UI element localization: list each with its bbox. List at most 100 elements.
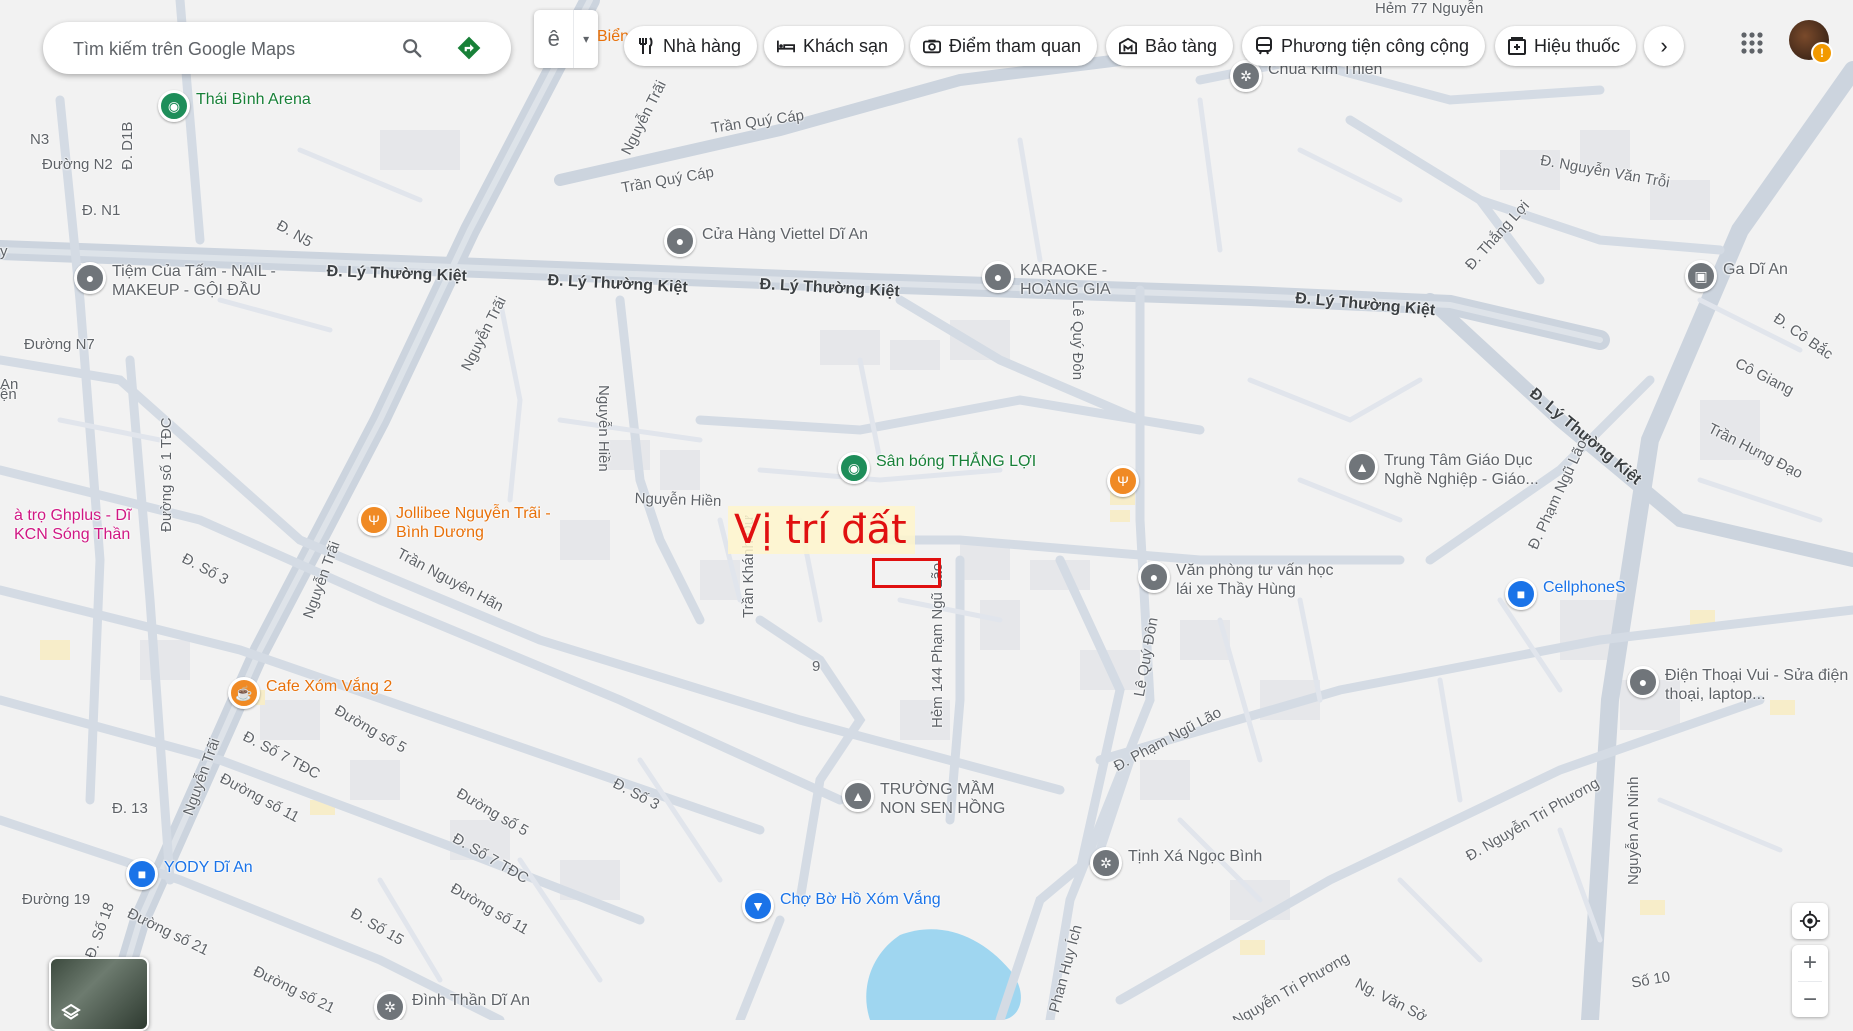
place-pin-icon: ● — [664, 225, 696, 257]
mode-glyph[interactable]: ê — [534, 10, 575, 68]
camera-icon — [923, 37, 941, 55]
poi-name: Sân bóng THẮNG LỢI — [876, 453, 1037, 470]
poi-name: à trọ Ghplus - Dĩ KCN Sóng Thần — [14, 507, 132, 543]
map-canvas[interactable]: Trần Quý Cáp Trần Quý Cáp Nguyễn Trãi Nguyễ… — [0, 0, 1853, 1020]
road-label: Lê Quý Đôn — [1069, 300, 1086, 381]
restaurant-icon — [637, 37, 655, 55]
poi-marker[interactable]: ▲ Trung Tâm Giáo Dục Nghề Nghiệp - Giáo..… — [1346, 451, 1564, 489]
chip-label: Bảo tàng — [1145, 35, 1218, 56]
poi-marker[interactable]: ■ YODY Dĩ An — [126, 858, 253, 890]
poi-marker[interactable]: ■ CellphoneS — [1505, 578, 1626, 610]
poi-name: KARAOKE - HOÀNG GIA — [1020, 262, 1111, 298]
chip-pharmacy[interactable]: Hiệu thuốc — [1495, 26, 1637, 66]
marker-label: Vị trí đất — [728, 506, 915, 554]
chip-transit[interactable]: Phương tiện công cộng — [1242, 26, 1485, 66]
poi-name: Trung Tâm Giáo Dục Nghề Nghiệp - Giáo... — [1384, 452, 1539, 488]
road-label: Nguyễn Hiền — [595, 385, 612, 472]
chip-label: Nhà hàng — [663, 35, 742, 56]
poi-marker[interactable]: ● Điện Thoại Vui - Sửa điện thoại, laptop… — [1627, 666, 1853, 704]
museum-icon — [1119, 37, 1137, 55]
search-input[interactable] — [71, 35, 405, 63]
place-pin-icon: ● — [74, 262, 106, 294]
restaurant-pin-icon: Ψ — [358, 504, 390, 536]
poi-marker[interactable]: à trọ Ghplus - Dĩ KCN Sóng Thần — [14, 506, 164, 544]
chip-label: Điểm tham quan — [949, 35, 1082, 56]
poi-name: Điện Thoại Vui - Sửa điện thoại, laptop.… — [1665, 667, 1849, 703]
poi-name: Chợ Bờ Hồ Xóm Vắng — [780, 891, 941, 908]
road-label: Nguyễn Hiền — [634, 490, 722, 511]
poi-name: Văn phòng tư vấn học lái xe Thầy Hùng — [1176, 562, 1334, 598]
poi-marker[interactable]: ▣ Ga Dĩ An — [1685, 260, 1788, 292]
zoom-in-button[interactable]: + — [1792, 945, 1828, 981]
chips-next-button[interactable]: › — [1644, 26, 1684, 66]
poi-marker[interactable]: ☕ Cafe Xóm Vắng 2 — [228, 677, 392, 709]
poi-name: Tiệm Của Tấm - NAIL - MAKEUP - GỘI ĐẦU — [112, 263, 276, 299]
map-roads — [0, 0, 1853, 1020]
place-pin-icon: ● — [982, 261, 1014, 293]
poi-name: Thái Bình Arena — [196, 91, 311, 108]
poi-marker[interactable]: ✲ Đình Thần Dĩ An — [374, 991, 530, 1020]
poi-name: Cửa Hàng Viettel Dĩ An — [702, 226, 869, 243]
place-pin-icon: ● — [1627, 666, 1659, 698]
road-label: Hẻm 77 Nguyễn — [1375, 0, 1484, 17]
hotel-icon — [777, 37, 795, 55]
pharmacy-icon — [1508, 37, 1526, 55]
temple-pin-icon: ✲ — [1090, 847, 1122, 879]
poi-name: Đình Thần Dĩ An — [412, 992, 530, 1009]
poi-marker[interactable]: Ψ Jollibee Nguyễn Trãi - Bình Dương — [358, 504, 566, 542]
place-pin-icon: ● — [1138, 561, 1170, 593]
chip-label: Hiệu thuốc — [1534, 35, 1621, 56]
stadium-pin-icon: ◉ — [158, 90, 190, 122]
road-label: Đường N7 — [24, 336, 95, 353]
temple-pin-icon: ✲ — [374, 991, 406, 1020]
directions-icon[interactable] — [453, 32, 485, 64]
poi-marker[interactable]: ● Tiệm Của Tấm - NAIL - MAKEUP - GỘI ĐẦU — [74, 262, 302, 300]
chip-attractions[interactable]: Điểm tham quan — [910, 26, 1098, 66]
poi-name: Jollibee Nguyễn Trãi - Bình Dương — [396, 505, 551, 541]
chip-label: Phương tiện công cộng — [1281, 35, 1469, 56]
poi-marker[interactable]: ✲ Tịnh Xá Ngọc Bình — [1090, 847, 1262, 879]
chip-museums[interactable]: Bảo tàng — [1106, 26, 1234, 66]
avatar[interactable]: ! — [1789, 20, 1833, 64]
poi-marker[interactable]: ▼ Chợ Bờ Hồ Xóm Vắng — [742, 890, 941, 922]
road-label: 9 — [812, 658, 821, 675]
poi-marker[interactable]: ● Văn phòng tư vấn học lái xe Thầy Hùng — [1138, 561, 1346, 599]
zoom-out-button[interactable]: − — [1792, 982, 1828, 1017]
school-pin-icon: ▲ — [1346, 451, 1378, 483]
poi-name: Cafe Xóm Vắng 2 — [266, 678, 393, 695]
crosshair-icon — [1799, 910, 1821, 932]
road-label: Đ. 13 — [112, 800, 148, 817]
school-pin-icon: ▲ — [842, 780, 874, 812]
poi-marker[interactable]: ● Cửa Hàng Viettel Dĩ An — [664, 225, 868, 257]
restaurant-pin-icon: Ψ — [1107, 465, 1139, 497]
road-label: y — [0, 243, 8, 260]
poi-marker[interactable]: ● KARAOKE - HOÀNG GIA — [982, 261, 1140, 299]
road-label: Đường N2 — [42, 156, 113, 173]
road-label: Đường 19 — [22, 891, 91, 908]
road-label: Đ. D1B — [119, 121, 136, 170]
search-icon[interactable] — [396, 32, 428, 64]
poi-marker[interactable]: ◉ Thái Bình Arena — [158, 90, 311, 122]
poi-marker[interactable]: ▲ TRƯỜNG MẦM NON SEN HỒNG — [842, 780, 1010, 818]
train-pin-icon: ▣ — [1685, 260, 1717, 292]
search-box[interactable] — [43, 22, 511, 74]
poi-marker[interactable]: ◉ Sân bóng THẮNG LỢI — [838, 452, 1036, 484]
tool-menu[interactable]: ê ▾ — [534, 10, 598, 68]
cafe-pin-icon: ☕ — [228, 677, 260, 709]
cart-pin-icon: ▼ — [742, 890, 774, 922]
my-location-button[interactable] — [1792, 903, 1828, 939]
chevron-down-icon[interactable]: ▾ — [574, 10, 598, 68]
chip-restaurants[interactable]: Nhà hàng — [624, 26, 758, 66]
chip-label: Khách sạn — [803, 35, 889, 56]
stadium-pin-icon: ◉ — [838, 452, 870, 484]
warning-badge: ! — [1811, 42, 1833, 64]
shopping-pin-icon: ■ — [126, 858, 158, 890]
chip-hotels[interactable]: Khách sạn — [764, 26, 905, 66]
zoom-control[interactable]: + − — [1792, 945, 1828, 1017]
apps-grid-icon[interactable] — [1735, 26, 1769, 60]
road-label: Nguyễn An Ninh — [1625, 776, 1642, 885]
marker-box — [872, 558, 941, 588]
road-label: Đ. N1 — [82, 202, 121, 219]
poi-name: Tịnh Xá Ngọc Bình — [1128, 848, 1263, 865]
poi-marker[interactable]: Ψ — [1107, 465, 1145, 497]
